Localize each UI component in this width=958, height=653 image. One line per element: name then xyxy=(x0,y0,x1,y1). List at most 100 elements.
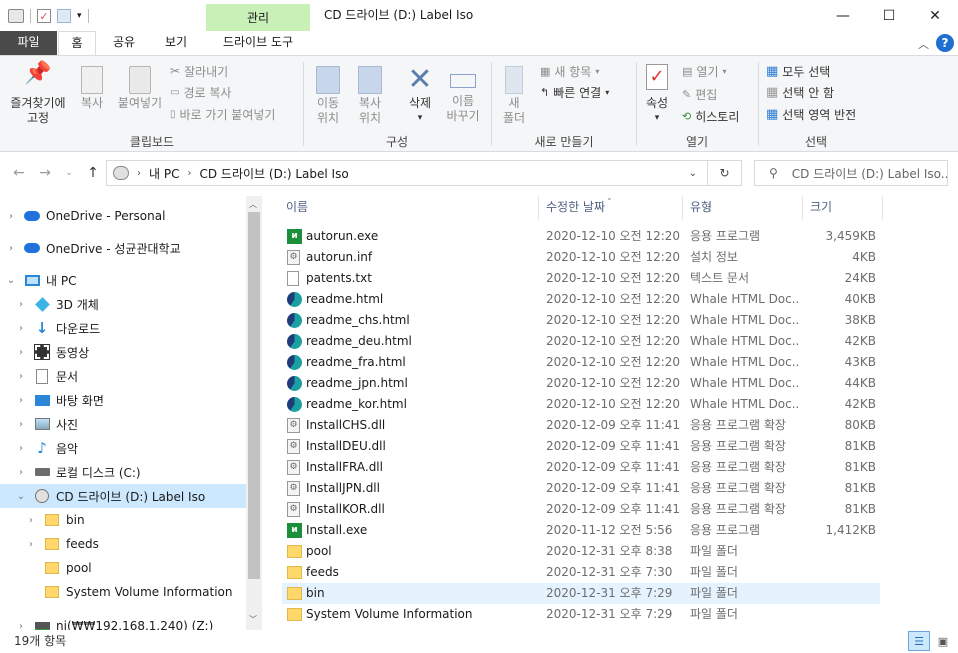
breadcrumb-this-pc[interactable]: 내 PC xyxy=(149,165,179,182)
delete-button[interactable]: ✕ 삭제 ▾ xyxy=(400,64,440,126)
file-row[interactable]: bin 2020-12-31 오후 7:29 파일 폴더 xyxy=(282,583,880,604)
nav-scrollbar-thumb[interactable] xyxy=(248,212,260,579)
nav-item[interactable]: › 로컬 디스크 (C:) xyxy=(0,460,246,484)
nav-item[interactable]: › 사진 xyxy=(0,412,246,436)
nav-item[interactable]: › 문서 xyxy=(0,364,246,388)
file-row[interactable]: readme_jpn.html 2020-12-10 오전 12:20 Whale … xyxy=(282,373,880,394)
pin-to-quick-access-button[interactable]: 📌 즐겨찾기에 고정 xyxy=(4,63,72,126)
paste-shortcut-button[interactable]: ▯ 바로 가기 붙여넣기 xyxy=(170,104,275,124)
nav-item[interactable]: › ni(₩₩192.168.1.240) (Z:) xyxy=(0,614,246,630)
details-view-button[interactable]: ☰ xyxy=(908,631,930,651)
file-row[interactable]: pool 2020-12-31 오후 8:38 파일 폴더 xyxy=(282,541,880,562)
nav-item[interactable]: › OneDrive - Personal xyxy=(0,204,246,228)
nav-item[interactable]: ⌄ 내 PC xyxy=(0,268,246,292)
expand-chevron-icon[interactable]: › xyxy=(14,347,28,358)
qat-dropdown-icon[interactable]: ▾ xyxy=(77,11,82,21)
forward-button[interactable]: → xyxy=(34,160,56,186)
invert-selection-button[interactable]: ▦ 선택 영역 반전 xyxy=(766,104,856,124)
nav-item[interactable]: › ↓ 다운로드 xyxy=(0,316,246,340)
edit-button[interactable]: ✎ 편집 xyxy=(682,84,717,104)
file-row[interactable]: ᴎ Install.exe 2020-11-12 오전 5:56 응용 프로그램 1,4… xyxy=(282,520,880,541)
nav-item[interactable]: › feeds xyxy=(0,532,246,556)
drive-icon[interactable] xyxy=(8,9,24,23)
file-row[interactable]: readme_chs.html 2020-12-10 오전 12:20 Whale … xyxy=(282,310,880,331)
file-row[interactable]: ⚙ InstallKOR.dll 2020-12-09 오후 11:41 응용 프로그… xyxy=(282,499,880,520)
expand-chevron-icon[interactable]: › xyxy=(24,515,38,526)
copy-button[interactable]: 복사 xyxy=(74,66,110,111)
nav-item[interactable]: › 바탕 화면 xyxy=(0,388,246,412)
minimize-button[interactable]: — xyxy=(820,0,866,32)
expand-chevron-icon[interactable]: › xyxy=(14,395,28,406)
expand-chevron-icon[interactable]: › xyxy=(4,243,18,254)
collapse-chevron-icon[interactable]: ⌄ xyxy=(4,275,18,286)
column-separator[interactable] xyxy=(682,196,683,220)
file-row[interactable]: ᴎ autorun.exe 2020-12-10 오전 12:20 응용 프로그램 3,… xyxy=(282,226,880,247)
breadcrumb-cd-drive[interactable]: CD 드라이브 (D:) Label Iso xyxy=(199,165,348,182)
properties-check-icon[interactable]: ✓ xyxy=(37,9,51,23)
file-row[interactable]: patents.txt 2020-12-10 오전 12:20 텍스트 문서 24KB xyxy=(282,268,880,289)
column-header-date[interactable]: 수정한 날짜 xyxy=(546,196,605,220)
nav-item[interactable]: pool xyxy=(0,556,246,580)
paste-button[interactable]: 붙여넣기 xyxy=(114,66,166,111)
tab-share[interactable]: 공유 xyxy=(104,31,144,56)
expand-chevron-icon[interactable]: › xyxy=(14,419,28,430)
file-row[interactable]: System Volume Information 2020-12-31 오후 7… xyxy=(282,604,880,625)
column-separator[interactable] xyxy=(538,196,539,220)
search-input[interactable]: ⚲ CD 드라이브 (D:) Label Iso... xyxy=(754,160,948,186)
refresh-button[interactable]: ↻ xyxy=(708,160,742,186)
close-button[interactable]: ✕ xyxy=(912,0,958,32)
address-dropdown-icon[interactable]: ⌄ xyxy=(689,168,697,179)
scroll-up-icon[interactable]: ︿ xyxy=(249,199,257,210)
tab-drive-tools[interactable]: 드라이브 도구 xyxy=(206,31,310,56)
nav-item[interactable]: › OneDrive - 성균관대학교 xyxy=(0,236,246,260)
expand-chevron-icon[interactable]: › xyxy=(24,539,38,550)
new-item-button[interactable]: ▦ 새 항목 ▾ xyxy=(540,61,599,81)
large-icons-view-button[interactable]: ▣ xyxy=(932,631,954,651)
file-row[interactable]: feeds 2020-12-31 오후 7:30 파일 폴더 xyxy=(282,562,880,583)
up-button[interactable]: ↑ xyxy=(82,160,104,186)
rename-button[interactable]: 이름 바꾸기 xyxy=(442,66,484,124)
new-folder-qat-icon[interactable] xyxy=(57,9,71,23)
file-row[interactable]: ⚙ InstallCHS.dll 2020-12-09 오후 11:41 응용 프로그… xyxy=(282,415,880,436)
tab-file[interactable]: 파일 xyxy=(0,31,57,56)
expand-chevron-icon[interactable]: › xyxy=(14,621,28,631)
file-row[interactable]: ⚙ autorun.inf 2020-12-10 오전 12:20 설치 정보 4KB xyxy=(282,247,880,268)
copy-to-button[interactable]: 복사 위치 xyxy=(350,66,390,126)
expand-chevron-icon[interactable]: › xyxy=(14,299,28,310)
expand-chevron-icon[interactable]: › xyxy=(14,371,28,382)
maximize-button[interactable]: ☐ xyxy=(866,0,912,32)
column-separator[interactable] xyxy=(802,196,803,220)
file-row[interactable]: ⚙ InstallJPN.dll 2020-12-09 오후 11:41 응용 프로그… xyxy=(282,478,880,499)
expand-chevron-icon[interactable]: › xyxy=(4,211,18,222)
scroll-down-icon[interactable]: ﹀ xyxy=(249,614,257,625)
tab-home[interactable]: 홈 xyxy=(58,31,96,56)
new-folder-button[interactable]: 새 폴더 xyxy=(496,66,532,126)
history-button[interactable]: ⟲ 히스토리 xyxy=(682,106,739,126)
file-row[interactable]: readme_fra.html 2020-12-10 오전 12:20 Whale … xyxy=(282,352,880,373)
properties-button[interactable]: ✓ 속성 ▾ xyxy=(640,64,674,126)
expand-chevron-icon[interactable]: › xyxy=(14,323,28,334)
copy-path-button[interactable]: ▭ 경로 복사 xyxy=(170,82,231,102)
manage-context-tab[interactable]: 관리 xyxy=(206,4,310,32)
tab-view[interactable]: 보기 xyxy=(156,31,196,56)
file-row[interactable]: readme.html 2020-12-10 오전 12:20 Whale HTML… xyxy=(282,289,880,310)
nav-item[interactable]: ⌄ CD 드라이브 (D:) Label Iso xyxy=(0,484,246,508)
collapse-ribbon-icon[interactable]: ︿ xyxy=(918,36,929,52)
file-row[interactable]: ⚙ InstallFRA.dll 2020-12-09 오후 11:41 응용 프로그… xyxy=(282,457,880,478)
nav-item[interactable]: System Volume Information xyxy=(0,580,246,604)
address-bar[interactable]: › 내 PC › CD 드라이브 (D:) Label Iso ⌄ xyxy=(106,160,708,186)
nav-item[interactable]: › bin xyxy=(0,508,246,532)
help-icon[interactable]: ? xyxy=(936,34,954,52)
column-header-size[interactable]: 크기 xyxy=(810,196,832,220)
expand-chevron-icon[interactable]: › xyxy=(14,467,28,478)
open-button[interactable]: ▤ 열기 ▾ xyxy=(682,61,727,81)
column-separator[interactable] xyxy=(882,196,883,220)
file-row[interactable]: readme_kor.html 2020-12-10 오전 12:20 Whale … xyxy=(282,394,880,415)
cut-button[interactable]: ✂ 잘라내기 xyxy=(170,61,228,81)
collapse-chevron-icon[interactable]: ⌄ xyxy=(14,491,28,502)
nav-item[interactable]: › 3D 개체 xyxy=(0,292,246,316)
expand-chevron-icon[interactable]: › xyxy=(14,443,28,454)
nav-item[interactable]: › ♪ 음악 xyxy=(0,436,246,460)
back-button[interactable]: ← xyxy=(8,160,30,186)
easy-access-button[interactable]: ↰ 빠른 연결 ▾ xyxy=(540,82,609,102)
